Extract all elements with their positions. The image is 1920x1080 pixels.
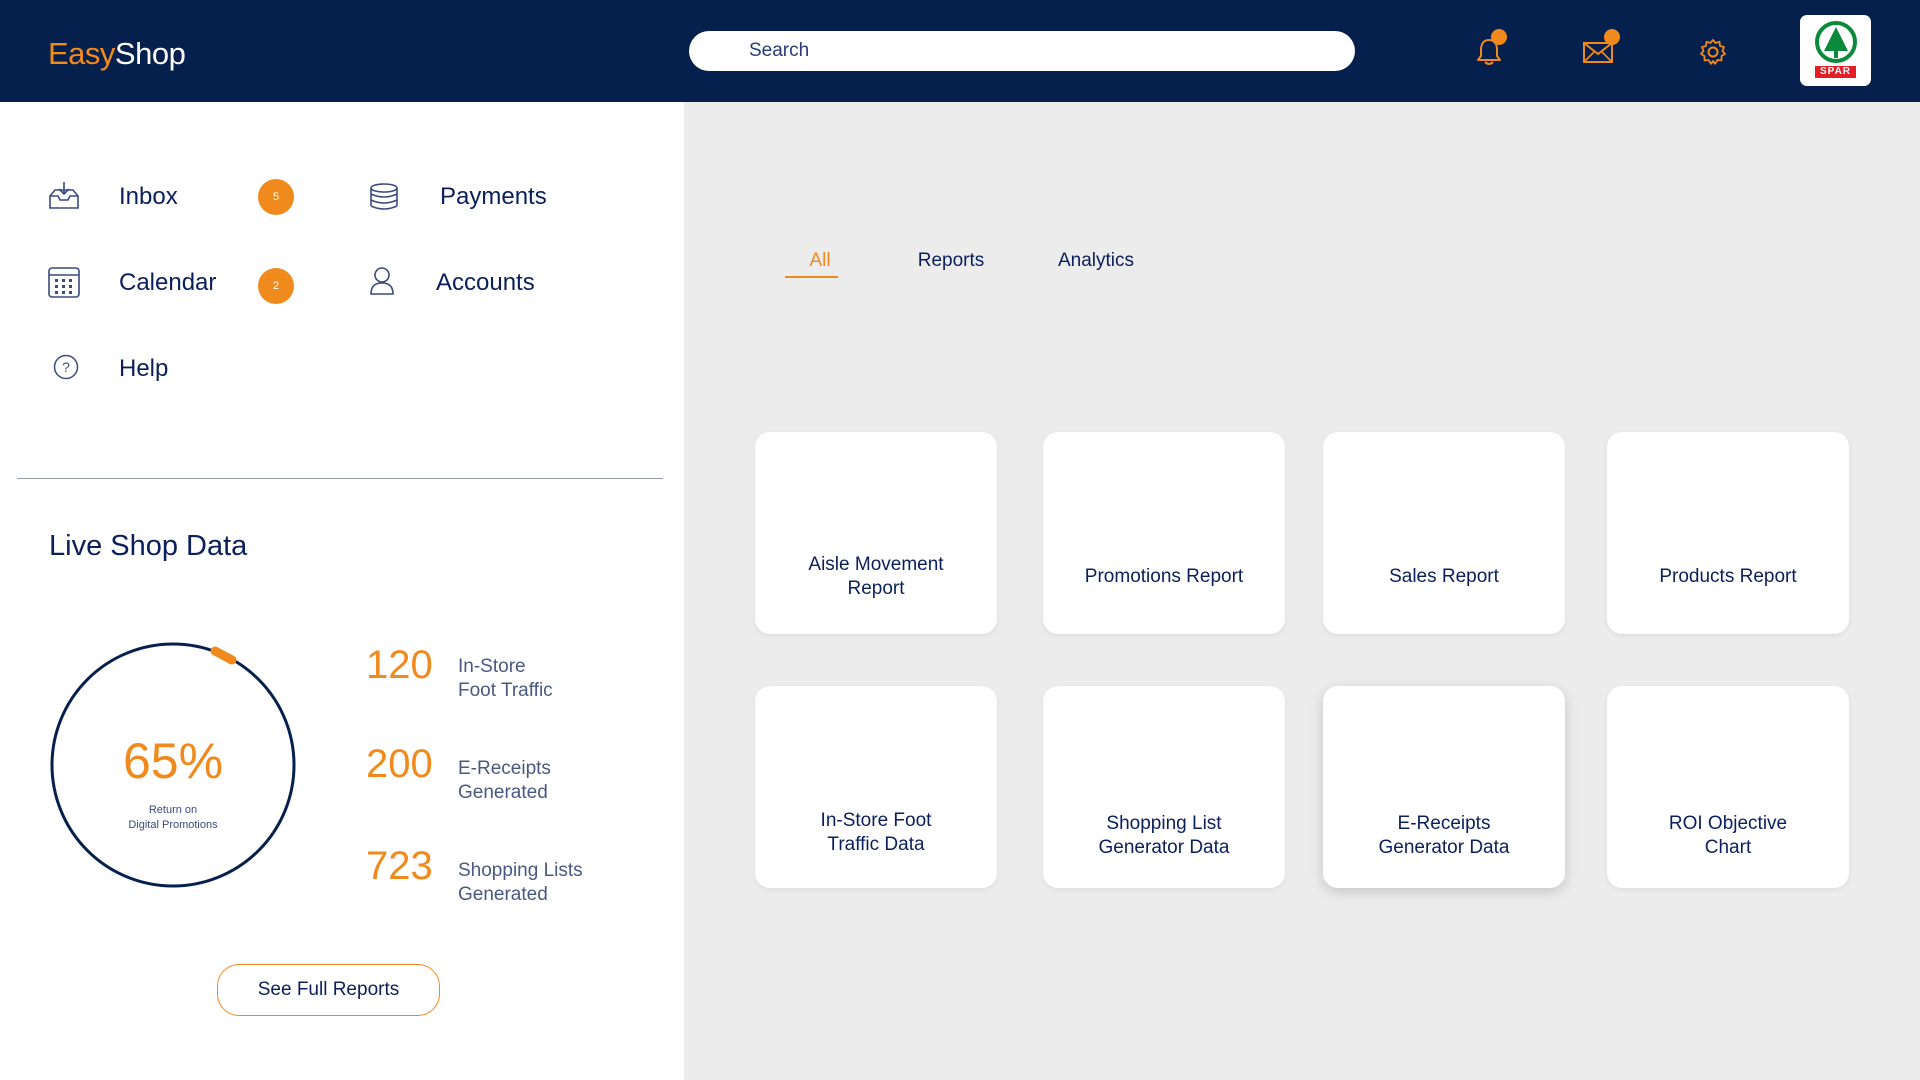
card-label: Sales Report bbox=[1389, 566, 1499, 587]
messages-button[interactable] bbox=[1578, 29, 1620, 72]
user-icon bbox=[370, 267, 394, 295]
stat-foot-traffic-label: In-Store Foot Traffic bbox=[458, 656, 553, 701]
nav-inbox-label: Inbox bbox=[119, 183, 178, 210]
tab-all[interactable]: All bbox=[800, 250, 840, 272]
card-label: ROI Objective Chart bbox=[1668, 813, 1788, 858]
card-label: E-Receipts Generator Data bbox=[1378, 813, 1510, 858]
gauge-caption: Return on Digital Promotions bbox=[128, 804, 218, 831]
nav-help-label: Help bbox=[119, 355, 169, 382]
nav-accounts[interactable]: Accounts bbox=[368, 263, 598, 307]
card-shopping-list-generator-data[interactable]: Shopping List Generator Data bbox=[1043, 686, 1285, 888]
tab-reports[interactable]: Reports bbox=[911, 250, 991, 272]
tab-analytics[interactable]: Analytics bbox=[1046, 250, 1146, 272]
stat-foot-traffic-value: 120 bbox=[366, 643, 433, 687]
live-shop-data-title: Live Shop Data bbox=[49, 530, 248, 562]
stat-ereceipts-label: E-Receipts Generated bbox=[458, 758, 551, 803]
gauge-value: 65% bbox=[122, 733, 224, 789]
svg-text:?: ? bbox=[62, 359, 70, 375]
stat-shopping-lists-value: 723 bbox=[366, 844, 433, 888]
nav-calendar-label: Calendar bbox=[119, 269, 217, 296]
card-roi-objective-chart[interactable]: ROI Objective Chart bbox=[1607, 686, 1849, 888]
card-products-report[interactable]: Products Report bbox=[1607, 432, 1849, 634]
card-in-store-foot-traffic-data[interactable]: In-Store Foot Traffic Data bbox=[755, 686, 997, 888]
inbox-count-badge: 5 bbox=[258, 179, 294, 215]
brand-name: SPAR bbox=[1814, 66, 1857, 78]
see-full-reports-button[interactable]: See Full Reports bbox=[217, 964, 440, 1016]
card-label: Aisle Movement Report bbox=[808, 554, 944, 599]
coins-stack-icon bbox=[370, 183, 398, 210]
stat-ereceipts-value: 200 bbox=[366, 742, 433, 786]
calendar-count-badge: 2 bbox=[258, 268, 294, 304]
notifications-button[interactable] bbox=[1469, 29, 1509, 72]
top-bar: EasyShop SPAR bbox=[0, 0, 1920, 102]
nav-calendar[interactable]: Calendar 2 bbox=[47, 263, 297, 307]
search-input[interactable] bbox=[689, 31, 1355, 71]
calendar-icon bbox=[48, 267, 80, 298]
card-label: Shopping List Generator Data bbox=[1098, 813, 1230, 858]
settings-button[interactable] bbox=[1693, 32, 1733, 72]
card-label: Promotions Report bbox=[1084, 566, 1244, 587]
card-sales-report[interactable]: Sales Report bbox=[1323, 432, 1565, 634]
nav-accounts-label: Accounts bbox=[436, 269, 535, 296]
notification-dot bbox=[1491, 29, 1507, 45]
left-panel: Inbox 5 Payments Calendar 2 Accounts ? H… bbox=[0, 102, 684, 1080]
active-tab-indicator bbox=[785, 276, 838, 278]
card-label: In-Store Foot Traffic Data bbox=[820, 810, 932, 855]
card-promotions-report[interactable]: Promotions Report bbox=[1043, 432, 1285, 634]
card-aisle-movement-report[interactable]: Aisle Movement Report bbox=[755, 432, 997, 634]
inbox-icon bbox=[49, 182, 79, 209]
help-icon: ? bbox=[53, 354, 79, 380]
nav-inbox[interactable]: Inbox 5 bbox=[47, 177, 297, 221]
spar-tree-icon bbox=[1814, 21, 1857, 63]
gear-icon bbox=[1700, 39, 1726, 65]
divider bbox=[17, 478, 663, 479]
card-label: Products Report bbox=[1659, 566, 1797, 587]
nav-payments-label: Payments bbox=[440, 183, 547, 210]
nav-help[interactable]: ? Help bbox=[47, 349, 247, 393]
message-dot bbox=[1604, 29, 1620, 45]
card-e-receipts-generator-data[interactable]: E-Receipts Generator Data bbox=[1323, 686, 1565, 888]
stat-shopping-lists-label: Shopping Lists Generated bbox=[458, 860, 583, 905]
nav-payments[interactable]: Payments bbox=[368, 177, 598, 221]
brand-logo[interactable]: SPAR bbox=[1800, 15, 1871, 86]
app-logo[interactable]: EasyShop bbox=[48, 36, 186, 72]
